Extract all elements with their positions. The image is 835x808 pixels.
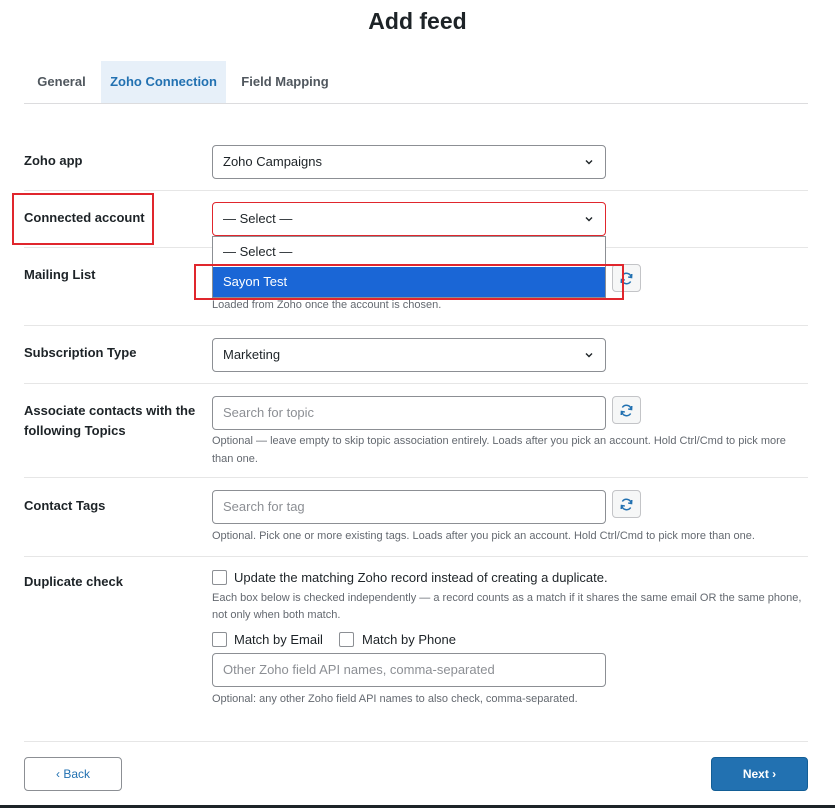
zoho-app-value: Zoho Campaigns: [223, 154, 322, 169]
match-phone-label: Match by Phone: [362, 632, 456, 647]
tag-search-input[interactable]: Search for tag: [212, 490, 606, 524]
tab-field-mapping[interactable]: Field Mapping: [229, 61, 341, 103]
tags-refresh-button[interactable]: [612, 490, 641, 518]
refresh-icon: [620, 498, 633, 510]
topic-search-input[interactable]: Search for topic: [212, 396, 606, 430]
zoho-app-label: Zoho app: [24, 153, 83, 168]
row-divider: [24, 325, 808, 326]
match-email-label: Match by Email: [234, 632, 323, 647]
topics-label-line2: following Topics: [24, 423, 126, 438]
topics-help-line1: Optional — leave empty to skip topic ass…: [212, 435, 786, 447]
option-select[interactable]: — Select —: [213, 237, 605, 267]
tab-bar: General Zoho Connection Field Mapping: [24, 61, 808, 104]
row-divider: [24, 477, 808, 478]
match-email-checkbox[interactable]: [212, 632, 227, 647]
tab-zoho-connection[interactable]: Zoho Connection: [101, 61, 226, 103]
subscription-type-value: Marketing: [223, 347, 281, 362]
tags-help: Optional. Pick one or more existing tags…: [212, 530, 755, 542]
chevron-down-icon: [585, 160, 593, 165]
row-divider: [24, 556, 808, 557]
connected-account-value: — Select —: [223, 211, 293, 226]
topics-label-line1: Associate contacts with the: [24, 403, 196, 418]
chevron-down-icon: [585, 217, 593, 222]
mailing-list-label: Mailing List: [24, 267, 96, 282]
other-fields-help: Optional: any other Zoho field API names…: [212, 693, 578, 705]
zoho-app-select[interactable]: Zoho Campaigns: [212, 145, 606, 179]
duplicate-help-line1: Each box below is checked independently …: [212, 592, 802, 604]
contact-tags-label: Contact Tags: [24, 498, 106, 513]
next-button[interactable]: Next ›: [711, 757, 808, 791]
match-phone-checkbox[interactable]: [339, 632, 354, 647]
row-divider: [24, 383, 808, 384]
annotation-box-label: [12, 193, 154, 245]
topics-refresh-button[interactable]: [612, 396, 641, 424]
footer-divider: [24, 741, 808, 742]
duplicate-help-line2: not only when both match.: [212, 609, 341, 621]
row-divider: [24, 190, 808, 191]
page-title: Add feed: [368, 8, 467, 34]
chevron-down-icon: [585, 353, 593, 358]
refresh-icon: [620, 404, 633, 416]
annotation-box-option: [194, 264, 624, 300]
update-record-label: Update the matching Zoho record instead …: [234, 570, 608, 585]
subscription-type-select[interactable]: Marketing: [212, 338, 606, 372]
connected-account-select[interactable]: — Select —: [212, 202, 606, 236]
duplicate-check-label: Duplicate check: [24, 574, 123, 589]
other-fields-input[interactable]: Other Zoho field API names, comma-separa…: [212, 653, 606, 687]
update-record-checkbox[interactable]: [212, 570, 227, 585]
topics-help-line2: than one.: [212, 453, 258, 465]
tab-general[interactable]: General: [24, 61, 99, 103]
subscription-type-label: Subscription Type: [24, 345, 137, 360]
back-button[interactable]: ‹ Back: [24, 757, 122, 791]
